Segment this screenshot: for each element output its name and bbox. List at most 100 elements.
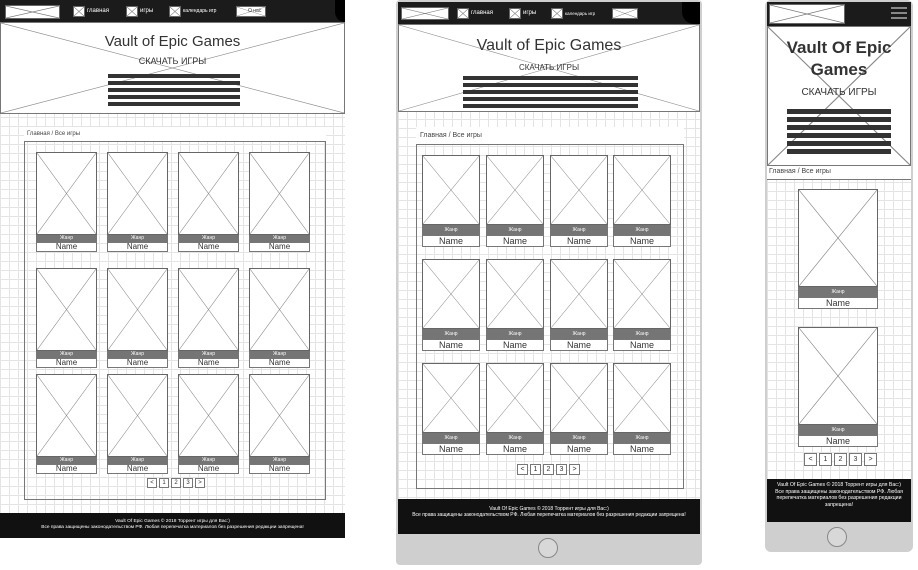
game-name[interactable]: Name bbox=[178, 464, 239, 474]
nav-calendar[interactable]: календарь игр bbox=[183, 8, 216, 14]
breadcrumb[interactable]: Главная / Все игры bbox=[27, 131, 80, 137]
game-card[interactable]: Жанр Name bbox=[422, 259, 480, 351]
game-name[interactable]: Name bbox=[36, 464, 97, 474]
game-cover-image[interactable] bbox=[107, 152, 168, 235]
game-card[interactable]: Жанр Name bbox=[107, 268, 168, 368]
game-card[interactable]: Жанр Name bbox=[798, 327, 878, 447]
game-name[interactable]: Name bbox=[249, 464, 310, 474]
game-card[interactable]: Жанр Name bbox=[613, 259, 671, 351]
game-name[interactable]: Name bbox=[107, 358, 168, 368]
game-name[interactable]: Name bbox=[249, 358, 310, 368]
game-cover-image[interactable] bbox=[422, 363, 480, 433]
nav-games[interactable]: игры bbox=[140, 8, 153, 14]
game-card[interactable]: Жанр Name bbox=[36, 268, 97, 368]
page-button[interactable]: > bbox=[195, 478, 205, 488]
game-cover-image[interactable] bbox=[178, 268, 239, 351]
game-card[interactable]: Жанр Name bbox=[249, 268, 310, 368]
game-name[interactable]: Name bbox=[36, 242, 97, 252]
nav-home[interactable]: главная bbox=[87, 8, 109, 14]
game-name[interactable]: Name bbox=[249, 242, 310, 252]
game-card[interactable]: Жанр Name bbox=[798, 189, 878, 309]
game-card[interactable]: Жанр Name bbox=[178, 152, 239, 252]
game-card[interactable]: Жанр Name bbox=[36, 374, 97, 474]
game-name[interactable]: Name bbox=[422, 339, 480, 351]
game-card[interactable]: Жанр Name bbox=[550, 259, 608, 351]
game-name[interactable]: Name bbox=[178, 242, 239, 252]
game-cover-image[interactable] bbox=[36, 152, 97, 235]
game-cover-image[interactable] bbox=[550, 155, 608, 225]
game-name[interactable]: Name bbox=[486, 443, 544, 455]
game-card[interactable]: Жанр Name bbox=[550, 155, 608, 247]
game-cover-image[interactable] bbox=[178, 152, 239, 235]
game-name[interactable]: Name bbox=[798, 297, 878, 309]
game-cover-image[interactable] bbox=[249, 268, 310, 351]
game-card[interactable]: Жанр Name bbox=[486, 259, 544, 351]
download-games-link[interactable]: СКАЧАТЬ ИГРЫ bbox=[399, 63, 699, 72]
page-button[interactable]: < bbox=[804, 453, 817, 466]
page-button[interactable]: < bbox=[517, 464, 528, 475]
game-cover-image[interactable] bbox=[36, 374, 97, 457]
game-cover-image[interactable] bbox=[178, 374, 239, 457]
page-button[interactable]: < bbox=[147, 478, 157, 488]
game-cover-image[interactable] bbox=[107, 374, 168, 457]
game-cover-image[interactable] bbox=[486, 259, 544, 329]
page-button[interactable]: 2 bbox=[834, 453, 847, 466]
page-button[interactable]: 3 bbox=[849, 453, 862, 466]
game-card[interactable]: Жанр Name bbox=[107, 374, 168, 474]
game-card[interactable]: Жанр Name bbox=[249, 374, 310, 474]
game-cover-image[interactable] bbox=[107, 268, 168, 351]
game-name[interactable]: Name bbox=[613, 443, 671, 455]
breadcrumb[interactable]: Главная / Все игры bbox=[769, 168, 831, 175]
game-cover-image[interactable] bbox=[486, 155, 544, 225]
game-name[interactable]: Name bbox=[36, 358, 97, 368]
game-card[interactable]: Жанр Name bbox=[486, 155, 544, 247]
game-card[interactable]: Жанр Name bbox=[249, 152, 310, 252]
game-cover-image[interactable] bbox=[249, 374, 310, 457]
game-cover-image[interactable] bbox=[550, 363, 608, 433]
tablet-home-button[interactable] bbox=[538, 538, 558, 558]
game-cover-image[interactable] bbox=[249, 152, 310, 235]
nav-home-icon[interactable] bbox=[457, 8, 469, 19]
logo-placeholder[interactable] bbox=[769, 4, 845, 24]
game-cover-image[interactable] bbox=[613, 259, 671, 329]
game-card[interactable]: Жанр Name bbox=[486, 363, 544, 455]
nav-games-icon[interactable] bbox=[126, 6, 138, 17]
game-cover-image[interactable] bbox=[550, 259, 608, 329]
nav-games-icon[interactable] bbox=[509, 8, 521, 19]
game-cover-image[interactable] bbox=[613, 363, 671, 433]
game-cover-image[interactable] bbox=[36, 268, 97, 351]
game-cover-image[interactable] bbox=[613, 155, 671, 225]
game-name[interactable]: Name bbox=[422, 443, 480, 455]
game-name[interactable]: Name bbox=[107, 464, 168, 474]
game-name[interactable]: Name bbox=[798, 435, 878, 447]
logo-placeholder[interactable] bbox=[401, 7, 449, 20]
game-name[interactable]: Name bbox=[422, 235, 480, 247]
game-card[interactable]: Жанр Name bbox=[613, 363, 671, 455]
game-name[interactable]: Name bbox=[486, 339, 544, 351]
nav-calendar-icon[interactable] bbox=[551, 8, 563, 19]
game-name[interactable]: Name bbox=[613, 235, 671, 247]
game-cover-image[interactable] bbox=[422, 155, 480, 225]
game-card[interactable]: Жанр Name bbox=[613, 155, 671, 247]
game-cover-image[interactable] bbox=[422, 259, 480, 329]
game-name[interactable]: Name bbox=[550, 339, 608, 351]
download-games-link[interactable]: СКАЧАТЬ ИГРЫ bbox=[768, 87, 910, 98]
page-button[interactable]: 1 bbox=[819, 453, 832, 466]
nav-home[interactable]: главная bbox=[471, 10, 493, 16]
game-name[interactable]: Name bbox=[613, 339, 671, 351]
game-card[interactable]: Жанр Name bbox=[422, 363, 480, 455]
nav-games[interactable]: игры bbox=[523, 10, 536, 16]
page-button[interactable]: > bbox=[569, 464, 580, 475]
page-button[interactable]: > bbox=[864, 453, 877, 466]
page-button[interactable]: 2 bbox=[543, 464, 554, 475]
nav-calendar-icon[interactable] bbox=[169, 6, 181, 17]
game-name[interactable]: Name bbox=[550, 235, 608, 247]
nav-home-icon[interactable] bbox=[73, 6, 85, 17]
game-cover-image[interactable] bbox=[798, 189, 878, 287]
game-card[interactable]: Жанр Name bbox=[36, 152, 97, 252]
game-cover-image[interactable] bbox=[486, 363, 544, 433]
logo-placeholder[interactable] bbox=[5, 5, 60, 19]
nav-about-icon[interactable] bbox=[612, 8, 638, 19]
game-cover-image[interactable] bbox=[798, 327, 878, 425]
game-card[interactable]: Жанр Name bbox=[178, 268, 239, 368]
